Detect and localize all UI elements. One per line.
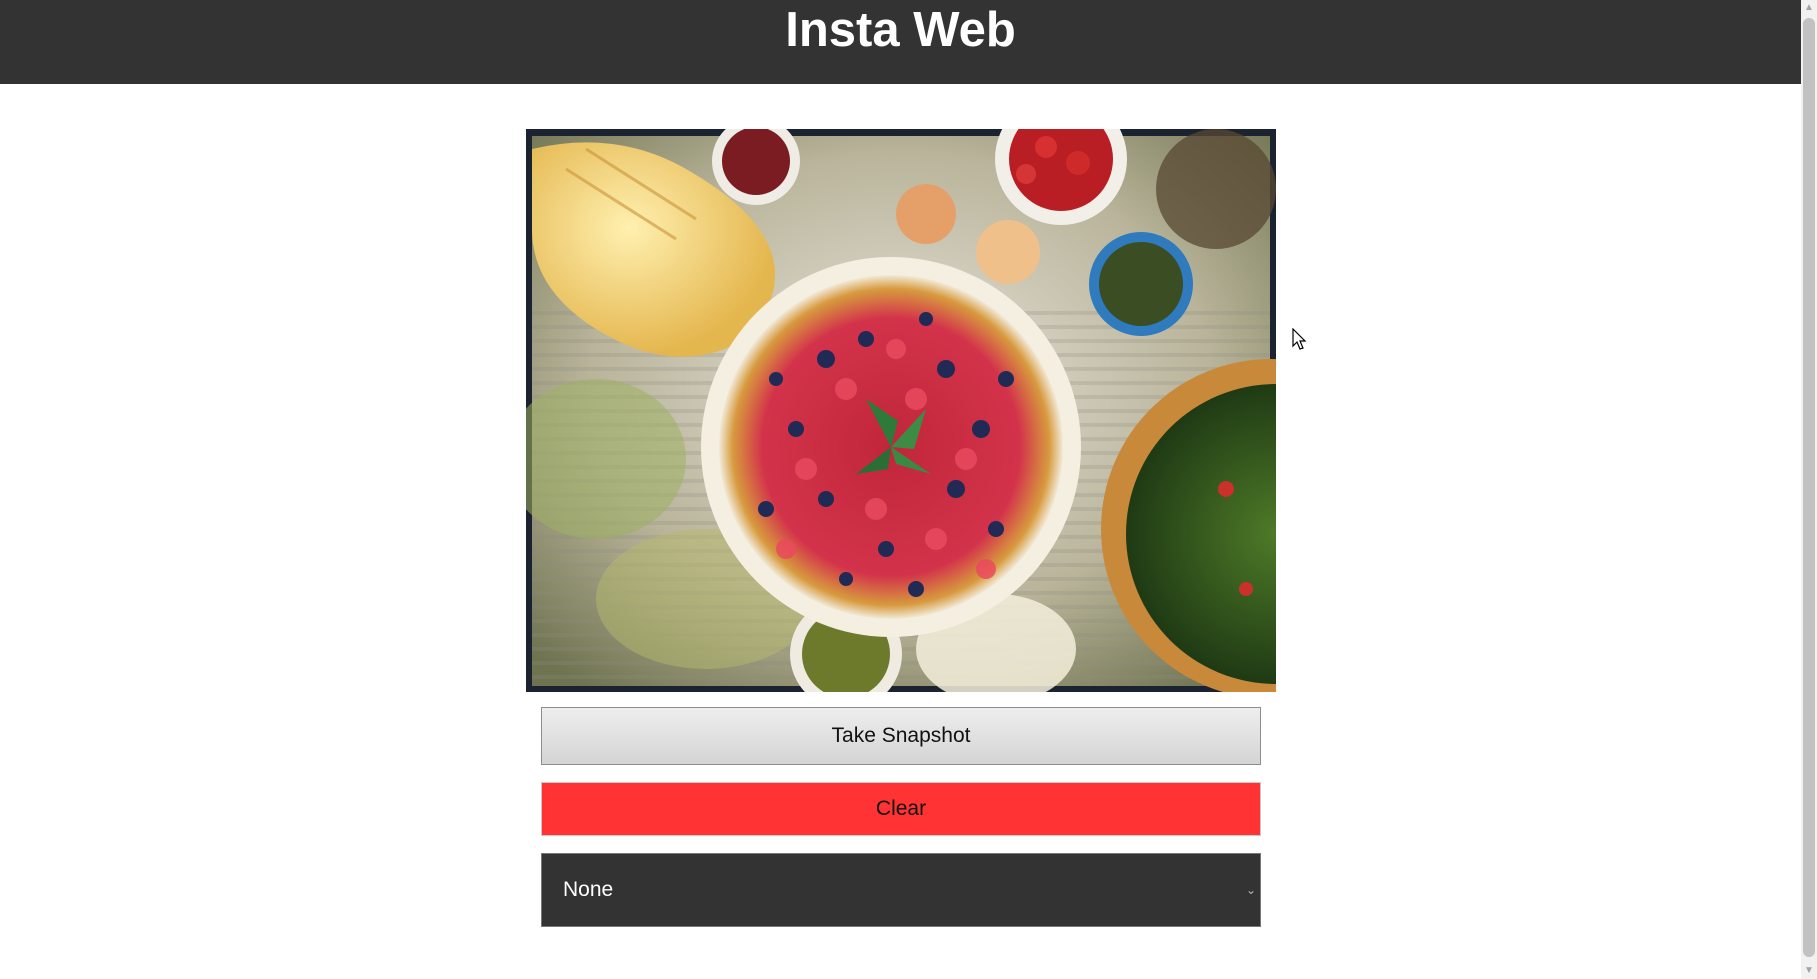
- take-snapshot-button[interactable]: Take Snapshot: [541, 707, 1261, 765]
- vertical-scrollbar[interactable]: ▲ ▼: [1801, 0, 1817, 979]
- scroll-up-icon[interactable]: ▲: [1801, 0, 1817, 16]
- app-header: Insta Web: [0, 0, 1801, 84]
- scrollbar-thumb[interactable]: [1803, 18, 1815, 957]
- food-photo: [526, 129, 1276, 692]
- app-title: Insta Web: [785, 3, 1016, 57]
- camera-preview: [526, 129, 1276, 692]
- chevron-down-icon: ⌄: [1245, 883, 1256, 897]
- clear-button[interactable]: Clear: [541, 782, 1261, 836]
- mouse-cursor-icon: [1292, 328, 1307, 350]
- filter-select[interactable]: None ⌄: [541, 853, 1261, 927]
- scroll-down-icon[interactable]: ▼: [1801, 963, 1817, 979]
- filter-selected-value: None: [563, 878, 614, 901]
